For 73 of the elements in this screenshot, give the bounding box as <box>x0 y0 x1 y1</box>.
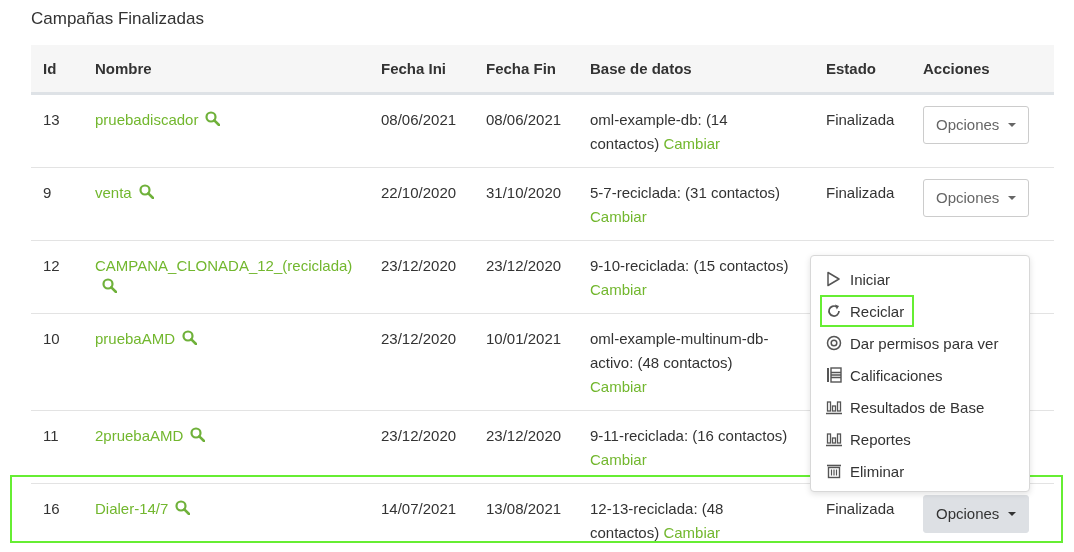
table-cell: 13/08/2021 <box>486 499 562 517</box>
column-header: Acciones <box>911 45 1054 93</box>
database-text: oml-example-db: (14 contactos) Cambiar <box>590 109 729 154</box>
table-cell: 10/01/2021 <box>486 329 562 347</box>
options-button[interactable]: Opciones <box>923 494 1029 533</box>
menu-item[interactable]: Iniciar <box>820 263 900 295</box>
page-title: Campañas Finalizadas <box>31 8 205 30</box>
refresh-icon <box>826 303 842 319</box>
change-link[interactable]: Cambiar <box>590 207 647 225</box>
search-icon <box>182 329 198 345</box>
column-header: Estado <box>814 45 911 93</box>
table-cell: 10 <box>43 329 60 347</box>
search-icon <box>175 499 191 515</box>
search-icon <box>102 277 117 293</box>
table-cell: 16 <box>43 499 60 517</box>
change-link[interactable]: Cambiar <box>590 450 647 468</box>
options-button[interactable]: Opciones <box>923 105 1029 144</box>
play-icon <box>826 271 842 287</box>
table-cell: 08/06/2021 <box>381 110 457 128</box>
change-link[interactable]: Cambiar <box>590 280 647 298</box>
table-cell: Finalizada <box>826 183 895 201</box>
table-cell: 31/10/2020 <box>486 183 562 201</box>
table-cell: 13 <box>43 110 60 128</box>
search-icon <box>205 110 221 126</box>
column-header: Fecha Fin <box>474 45 578 93</box>
table-cell: 12 <box>43 256 60 274</box>
menu-item[interactable]: Reciclar <box>820 295 915 327</box>
bar-chart-icon <box>826 431 842 447</box>
table-cell: 23/12/2020 <box>486 426 562 444</box>
options-button[interactable]: Opciones <box>923 178 1029 217</box>
search-icon <box>138 183 154 199</box>
table-cell: 23/12/2020 <box>381 256 457 274</box>
table-cell: 22/10/2020 <box>381 183 457 201</box>
eye-icon <box>826 335 842 351</box>
table-cell: 23/12/2020 <box>381 329 457 347</box>
trash-icon <box>826 463 842 479</box>
column-header: Base de datos <box>578 45 814 93</box>
campaign-link[interactable]: venta <box>95 183 132 201</box>
campaign-link[interactable]: pruebadiscador <box>95 110 199 128</box>
search-icon <box>190 426 206 442</box>
menu-item[interactable]: Eliminar <box>820 455 915 487</box>
menu-item[interactable]: Reportes <box>820 423 921 455</box>
caret-icon <box>1007 511 1016 516</box>
table-cell: 23/12/2020 <box>486 256 562 274</box>
column-header: Nombre <box>83 45 369 93</box>
table-cell: 11 <box>43 426 59 444</box>
change-link[interactable]: Cambiar <box>663 523 721 541</box>
campaign-link[interactable]: Dialer-14/7 <box>95 499 169 517</box>
database-text: 9-10-reciclada: (15 contactos) Cambiar <box>590 255 790 300</box>
database-text: 5-7-reciclada: (31 contactos) Cambiar <box>590 182 782 227</box>
change-link[interactable]: Cambiar <box>663 134 721 152</box>
table-cell: 23/12/2020 <box>381 426 457 444</box>
column-header: Id <box>31 45 83 93</box>
campaign-link[interactable]: 2pruebaAMD <box>95 426 184 444</box>
bar-chart-icon <box>826 399 842 415</box>
table-cell: 08/06/2021 <box>486 110 562 128</box>
change-link[interactable]: Cambiar <box>590 377 647 395</box>
list-icon <box>826 367 842 383</box>
table-cell: 14/07/2021 <box>381 499 457 517</box>
database-text: oml-example-multinum-db-activo: (48 contactos) Cambiar <box>590 328 770 397</box>
caret-icon <box>1007 122 1016 127</box>
database-text: 9-11-reciclada: (16 contactos) Cambiar <box>590 425 789 470</box>
table-cell: Finalizada <box>826 110 895 128</box>
campaign-link[interactable]: CAMPANA_CLONADA_12_(reciclada) <box>95 256 353 274</box>
column-header: Fecha Ini <box>369 45 474 93</box>
table-cell: 9 <box>43 183 52 201</box>
menu-item[interactable]: Dar permisos para ver <box>820 327 1009 359</box>
menu-item[interactable]: Calificaciones <box>820 359 953 391</box>
caret-icon <box>1007 195 1016 200</box>
database-text: 12-13-reciclada: (48 contactos) Cambiar <box>590 498 725 543</box>
table-cell: Finalizada <box>826 499 895 517</box>
menu-item[interactable]: Resultados de Base <box>820 391 995 423</box>
campaign-link[interactable]: pruebaAMD <box>95 329 176 347</box>
